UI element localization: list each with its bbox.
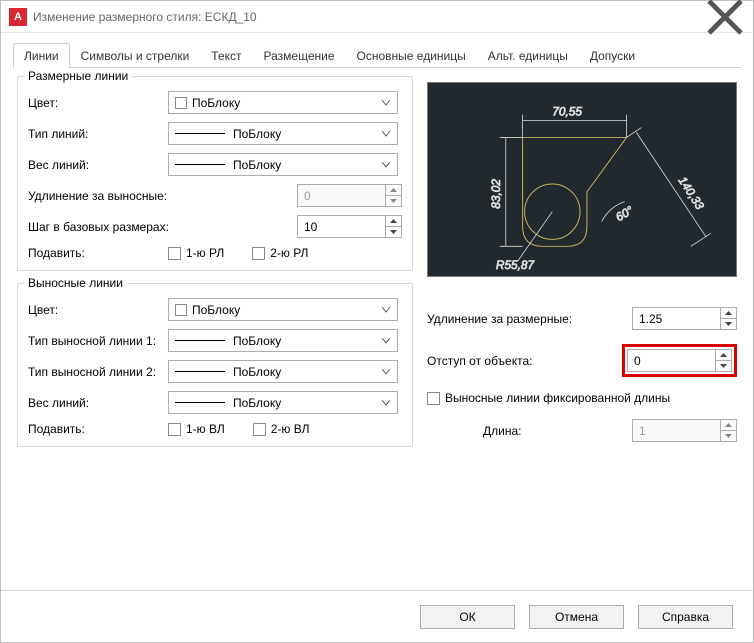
fixed-label: Выносные линии фиксированной длины: [445, 391, 670, 405]
suppress-dl2-checkbox[interactable]: 2-ю РЛ: [252, 246, 308, 260]
dimline-lweight-value: ПоБлоку: [233, 158, 281, 172]
tab-strip: Линии Символы и стрелки Текст Размещение…: [13, 43, 741, 68]
line-sample-icon: [175, 164, 225, 165]
baseline-spinner[interactable]: 10: [297, 215, 402, 238]
tab-text[interactable]: Текст: [200, 43, 252, 68]
extline-lt1-value: ПоБлоку: [233, 334, 281, 348]
line-sample-icon: [175, 340, 225, 341]
dim-angle: 60°: [613, 203, 636, 224]
extline-color-value: ПоБлоку: [192, 303, 240, 317]
ext-suppress-label: Подавить:: [28, 422, 168, 436]
ext-sup2-text: 2-ю ВЛ: [271, 422, 310, 436]
titlebar: A Изменение размерного стиля: ЕСКД_10: [1, 1, 753, 33]
offset-highlight: 0: [622, 344, 737, 377]
dialog-footer: ОК Отмена Справка: [1, 590, 753, 642]
spinner-buttons[interactable]: [715, 350, 731, 371]
spinner-buttons[interactable]: [385, 185, 401, 206]
ext-lt2-label: Тип выносной линии 2:: [28, 365, 168, 379]
tab-fit[interactable]: Размещение: [253, 43, 346, 68]
extline-lweight-combo[interactable]: ПоБлоку: [168, 391, 398, 414]
extline-lweight-value: ПоБлоку: [233, 396, 281, 410]
length-label: Длина:: [483, 424, 632, 438]
suppress-label: Подавить:: [28, 246, 168, 260]
extline-lt2-value: ПоБлоку: [233, 365, 281, 379]
color-swatch-icon: [175, 97, 187, 109]
dimension-preview: 70,55 83,02 140,33 60° R55,87: [427, 82, 737, 277]
chevron-down-icon: [379, 158, 393, 172]
extlines-legend: Выносные линии: [24, 276, 127, 290]
chevron-down-icon: [379, 96, 393, 110]
length-value: 1: [639, 424, 646, 438]
color-swatch-icon: [175, 304, 187, 316]
fixed-length-checkbox[interactable]: Выносные линии фиксированной длины: [427, 391, 670, 405]
tab-lines[interactable]: Линии: [13, 43, 70, 68]
extline-lt1-combo[interactable]: ПоБлоку: [168, 329, 398, 352]
cancel-button[interactable]: Отмена: [529, 605, 624, 629]
extend-value: 0: [304, 189, 311, 203]
chevron-down-icon: [379, 303, 393, 317]
baseline-label: Шаг в базовых размерах:: [28, 220, 228, 234]
line-sample-icon: [175, 371, 225, 372]
window-title: Изменение размерного стиля: ЕСКД_10: [33, 10, 705, 24]
ext-lweight-label: Вес линий:: [28, 396, 168, 410]
line-sample-icon: [175, 133, 225, 134]
dim-left: 83,02: [489, 179, 503, 209]
ext-color-label: Цвет:: [28, 303, 168, 317]
spinner-buttons[interactable]: [385, 216, 401, 237]
offset-value: 0: [634, 354, 641, 368]
extend-spinner[interactable]: 0: [297, 184, 402, 207]
ok-button[interactable]: ОК: [420, 605, 515, 629]
dim-diag: 140,33: [675, 174, 707, 212]
ext-sup1-text: 1-ю ВЛ: [186, 422, 225, 436]
length-spinner[interactable]: 1: [632, 419, 737, 442]
dimension-lines-group: Размерные линии Цвет: ПоБлоку Тип линий:: [17, 76, 413, 271]
suppress-el1-checkbox[interactable]: 1-ю ВЛ: [168, 422, 225, 436]
dimline-lweight-combo[interactable]: ПоБлоку: [168, 153, 398, 176]
ext-lt1-label: Тип выносной линии 1:: [28, 334, 168, 348]
color-label: Цвет:: [28, 96, 168, 110]
extline-lt2-combo[interactable]: ПоБлоку: [168, 360, 398, 383]
dimline-ltype-combo[interactable]: ПоБлоку: [168, 122, 398, 145]
help-button[interactable]: Справка: [638, 605, 733, 629]
lweight-label: Вес линий:: [28, 158, 168, 172]
line-sample-icon: [175, 402, 225, 403]
chevron-down-icon: [379, 396, 393, 410]
dimline-color-value: ПоБлоку: [192, 96, 240, 110]
dim-radius: R55,87: [496, 258, 535, 272]
chevron-down-icon: [379, 127, 393, 141]
ltype-label: Тип линий:: [28, 127, 168, 141]
offset-label: Отступ от объекта:: [427, 354, 622, 368]
dimline-color-combo[interactable]: ПоБлоку: [168, 91, 398, 114]
extension-lines-group: Выносные линии Цвет: ПоБлоку Тип выносно…: [17, 283, 413, 447]
tab-symbols[interactable]: Символы и стрелки: [70, 43, 201, 68]
sup2-text: 2-ю РЛ: [270, 246, 308, 260]
ext-beyond-label: Удлинение за размерные:: [427, 312, 632, 326]
offset-spinner[interactable]: 0: [627, 349, 732, 372]
chevron-down-icon: [379, 365, 393, 379]
app-icon: A: [9, 8, 27, 26]
suppress-el2-checkbox[interactable]: 2-ю ВЛ: [253, 422, 310, 436]
ext-beyond-value: 1.25: [639, 312, 662, 326]
spinner-buttons[interactable]: [720, 420, 736, 441]
extline-color-combo[interactable]: ПоБлоку: [168, 298, 398, 321]
dimline-ltype-value: ПоБлоку: [233, 127, 281, 141]
baseline-value: 10: [304, 220, 317, 234]
suppress-dl1-checkbox[interactable]: 1-ю РЛ: [168, 246, 224, 260]
chevron-down-icon: [379, 334, 393, 348]
tab-alt[interactable]: Альт. единицы: [477, 43, 579, 68]
tab-tol[interactable]: Допуски: [579, 43, 646, 68]
ext-beyond-spinner[interactable]: 1.25: [632, 307, 737, 330]
close-button[interactable]: [705, 3, 745, 31]
sup1-text: 1-ю РЛ: [186, 246, 224, 260]
spinner-buttons[interactable]: [720, 308, 736, 329]
extend-label: Удлинение за выносные:: [28, 189, 228, 203]
tab-primary[interactable]: Основные единицы: [346, 43, 477, 68]
dim-top: 70,55: [552, 105, 582, 119]
dimlines-legend: Размерные линии: [24, 69, 132, 83]
